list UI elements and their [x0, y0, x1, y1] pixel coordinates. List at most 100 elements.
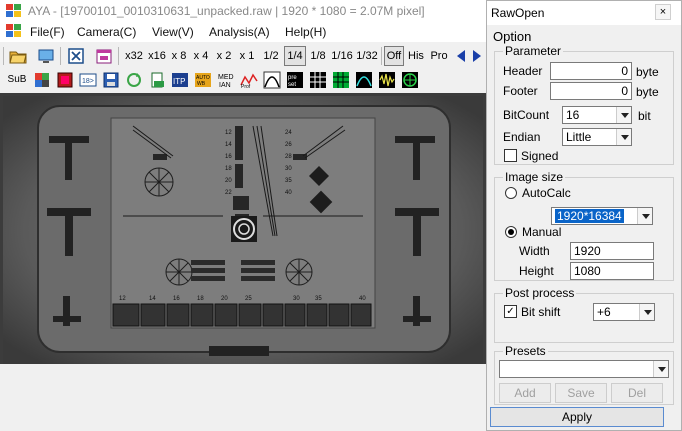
curve-icon[interactable]: [263, 71, 281, 89]
autocalc-value: 1920*16384: [555, 209, 624, 223]
bitcount-value: 16: [566, 108, 580, 122]
image-viewer[interactable]: 12 14 16 18 20 22 24 26 28 30 35 40 12 1…: [0, 93, 487, 431]
toolbar-separator: [118, 47, 119, 65]
chart-number: 12: [225, 130, 232, 136]
chart-number: 20: [221, 296, 228, 302]
sub-button[interactable]: SuB: [6, 70, 28, 90]
bitcount-select[interactable]: 16: [562, 106, 632, 124]
calendar-icon[interactable]: [95, 47, 113, 65]
sync-icon[interactable]: [125, 71, 143, 89]
toolbar-separator: [3, 47, 4, 65]
height-label: Height: [519, 264, 554, 278]
itp-icon[interactable]: ITP: [171, 71, 189, 89]
post-process-legend: Post process: [503, 286, 577, 300]
add-preset-button[interactable]: Add: [499, 383, 551, 403]
svg-text:pre: pre: [288, 75, 297, 81]
color-grid-icon[interactable]: [33, 71, 51, 89]
footer-input[interactable]: 0: [550, 82, 632, 100]
zoom-1-32-button[interactable]: 1/32: [355, 46, 379, 66]
autocalc-radio[interactable]: [505, 187, 517, 199]
bitshift-label: Bit shift: [521, 305, 561, 319]
waveform-icon[interactable]: [378, 71, 396, 89]
signed-checkbox[interactable]: [504, 149, 517, 162]
zoom-x32-button[interactable]: x32: [123, 46, 145, 66]
svg-text:IAN: IAN: [219, 82, 231, 89]
chart-number: 35: [285, 178, 292, 184]
grid-green-icon[interactable]: [332, 71, 350, 89]
chart-number: 22: [225, 190, 232, 196]
manual-radio[interactable]: [505, 226, 517, 238]
bitcount-label: BitCount: [503, 108, 550, 122]
close-icon: ×: [659, 6, 667, 18]
close-x-icon[interactable]: [67, 47, 85, 65]
bitshift-checkbox[interactable]: ✓: [504, 305, 517, 318]
menu-camera[interactable]: Camera(C): [77, 25, 136, 39]
chevron-down-icon: [653, 361, 668, 377]
menu-analysis[interactable]: Analysis(A): [209, 25, 270, 39]
system-menu-icon[interactable]: [6, 24, 22, 38]
zoom-x2-button[interactable]: x 2: [214, 46, 234, 66]
chevron-down-icon: [637, 208, 652, 224]
chart-number: 12: [119, 296, 126, 302]
apply-button[interactable]: Apply: [490, 407, 664, 427]
chart-number: 30: [293, 296, 300, 302]
monitor-icon[interactable]: [37, 47, 55, 65]
bitshift-value: +6: [597, 305, 611, 319]
autocalc-select[interactable]: 1920*16384: [551, 207, 653, 225]
width-input[interactable]: 1920: [570, 242, 654, 260]
header-unit: byte: [636, 65, 659, 79]
median-icon[interactable]: MEDIAN: [217, 71, 235, 89]
wave-cyan-icon[interactable]: [355, 71, 373, 89]
mode-off-button[interactable]: Off: [384, 46, 404, 66]
header-input[interactable]: 0: [550, 62, 632, 80]
chart-number: 40: [285, 190, 292, 196]
chart-number: 30: [285, 166, 292, 172]
image-red-icon[interactable]: [56, 71, 74, 89]
mode-his-button[interactable]: His: [406, 46, 426, 66]
zoom-1-8-button[interactable]: 1/8: [307, 46, 329, 66]
zoom-1-16-button[interactable]: 1/16: [330, 46, 354, 66]
save-disk-icon[interactable]: [102, 71, 120, 89]
chart-number: 26: [285, 142, 292, 148]
preset-icon[interactable]: preset: [286, 71, 304, 89]
menu-file[interactable]: File(F): [30, 25, 65, 39]
resolution-chart: 12 14 16 18 20 22 24 26 28 30 35 40 12 1…: [3, 96, 483, 364]
chart-number: 18: [197, 296, 204, 302]
delete-preset-button[interactable]: Del: [611, 383, 663, 403]
toolbar-separator: [60, 47, 61, 65]
header-label: Header: [503, 64, 543, 78]
chevron-down-icon: [639, 304, 654, 320]
save-preset-button[interactable]: Save: [555, 383, 607, 403]
doc-green-icon[interactable]: [148, 71, 166, 89]
footer-unit: byte: [636, 85, 659, 99]
menu-view[interactable]: View(V): [152, 25, 194, 39]
bitshift-select[interactable]: +6: [593, 303, 655, 321]
arrow-left-icon[interactable]: [454, 47, 468, 65]
close-button[interactable]: ×: [655, 4, 671, 20]
zoom-1-4-button[interactable]: 1/4: [284, 46, 306, 66]
zoom-x4-button[interactable]: x 4: [191, 46, 211, 66]
dialog-title: RawOpen: [491, 6, 545, 20]
manual-label: Manual: [522, 225, 562, 239]
zoom-x1-button[interactable]: x 1: [237, 46, 257, 66]
profile-icon[interactable]: Prof: [240, 71, 258, 89]
arrow-18-icon[interactable]: 18>: [79, 71, 97, 89]
grid-white-icon[interactable]: [309, 71, 327, 89]
open-folder-icon[interactable]: [9, 47, 27, 65]
height-input[interactable]: 1080: [570, 262, 654, 280]
toolbar-separator: [381, 47, 382, 65]
mode-pro-button[interactable]: Pro: [428, 46, 450, 66]
chart-number: 14: [225, 142, 232, 148]
menu-option[interactable]: Option: [493, 29, 531, 44]
width-label: Width: [519, 244, 550, 258]
arrow-right-icon[interactable]: [470, 47, 484, 65]
auto-icon[interactable]: AUTOWB: [194, 71, 212, 89]
zoom-x8-button[interactable]: x 8: [169, 46, 189, 66]
presets-select[interactable]: [499, 360, 669, 378]
zoom-x16-button[interactable]: x16: [146, 46, 168, 66]
chart-number: 35: [315, 296, 322, 302]
zoom-1-2-button[interactable]: 1/2: [260, 46, 282, 66]
endian-select[interactable]: Little: [562, 128, 632, 146]
menu-help[interactable]: Help(H): [285, 25, 326, 39]
color-wheel-icon[interactable]: [401, 71, 419, 89]
